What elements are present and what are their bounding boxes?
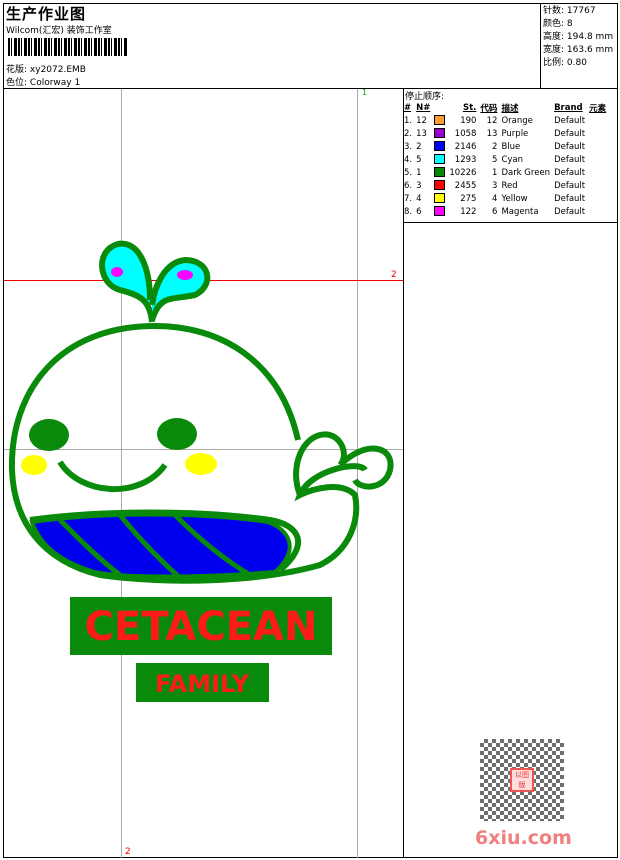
color-swatch (434, 128, 446, 139)
table-row: 5. 1 10226 1 Dark Green Default (404, 167, 586, 178)
stat-row: 比例: 0.80 (543, 58, 587, 68)
color-swatch (434, 141, 446, 152)
column-header: 代码 (480, 103, 498, 114)
color-swatch (434, 167, 446, 178)
design-text-cetacean: CETACEAN (85, 604, 318, 650)
embroidery-design: CETACEAN FAMILY (8, 240, 394, 702)
stat-row: 宽度: 163.6 mm (543, 45, 614, 55)
color-swatch (434, 206, 446, 217)
column-header: St. (463, 102, 477, 113)
table-row: 2. 13 1058 13 Purple Default (404, 128, 586, 139)
column-header: Brand (554, 102, 583, 113)
color-swatch (434, 193, 446, 204)
column-header (432, 101, 447, 114)
whale-spout (99, 240, 211, 323)
stats-divider (540, 3, 541, 88)
table-row: 7. 4 275 4 Yellow Default (404, 193, 586, 204)
stat-row: 高度: 194.8 mm (543, 32, 614, 42)
column-header: 描述 (501, 103, 519, 114)
stop-sequence-table: # N# St. 代码 描述 Brand 元素 1. 12 190 12 Orange Default… (402, 101, 608, 218)
smile (57, 460, 168, 492)
stats-panel: 针数: 17767 颜色: 8 高度: 194.8 mm 宽度: 163.6 mm 比例… (543, 5, 613, 70)
color-swatch (434, 180, 446, 191)
right-eye (157, 418, 197, 450)
table-row: 4. 5 1293 5 Cyan Default (404, 154, 586, 165)
stat-row: 针数: 17767 (543, 6, 596, 16)
left-eye (29, 419, 69, 451)
right-cheek (185, 453, 217, 475)
table-row: 6. 3 2455 3 Red Default (404, 180, 586, 191)
design-text-family: FAMILY (155, 670, 250, 698)
table-row: 8. 6 122 6 Magenta Default (404, 206, 586, 217)
table-row: 1. 12 190 12 Orange Default (404, 115, 586, 126)
stat-row: 颜色: 8 (543, 19, 573, 29)
watermark-logo: 6xiu.com (475, 827, 572, 849)
left-cheek (21, 455, 47, 475)
column-header: # (404, 102, 412, 113)
column-header: N# (416, 102, 431, 113)
color-swatch (434, 115, 446, 126)
table-divider (403, 222, 618, 223)
table-row: 3. 2 2146 2 Blue Default (404, 141, 586, 152)
color-swatch (434, 154, 446, 165)
stamp-logo: 以图版 (510, 768, 534, 792)
column-header: 元素 (589, 103, 607, 114)
